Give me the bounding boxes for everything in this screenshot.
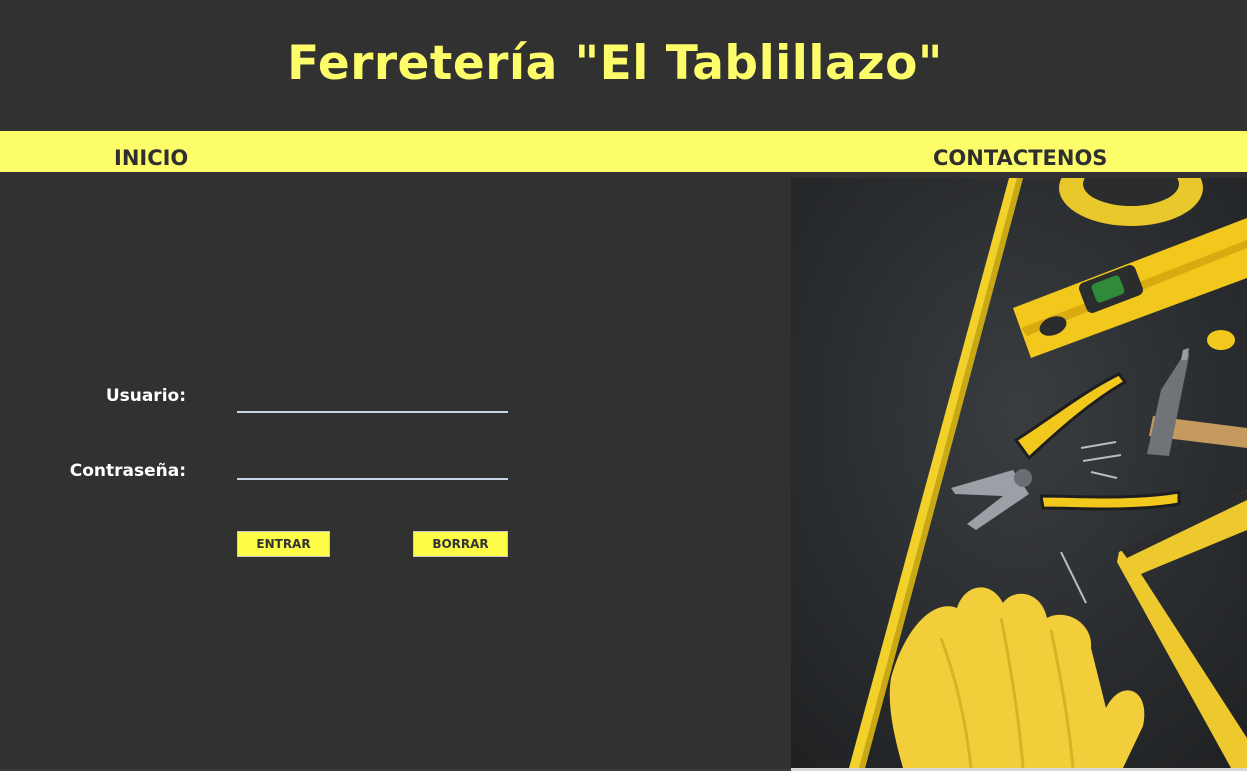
username-input[interactable]: [237, 387, 508, 413]
nav-link-contactenos[interactable]: CONTACTENOS: [933, 146, 1107, 170]
nav-link-inicio[interactable]: INICIO: [114, 146, 188, 170]
page-title: Ferretería "El Tablillazo": [287, 36, 943, 91]
password-input[interactable]: [237, 454, 508, 480]
nav-bar: INICIO CONTACTENOS: [0, 131, 1247, 172]
password-label: Contraseña:: [69, 461, 186, 481]
login-button[interactable]: ENTRAR: [237, 531, 330, 557]
hardware-tools-photo: [791, 178, 1247, 768]
clear-button[interactable]: BORRAR: [413, 531, 508, 557]
username-label: Usuario:: [105, 386, 186, 406]
